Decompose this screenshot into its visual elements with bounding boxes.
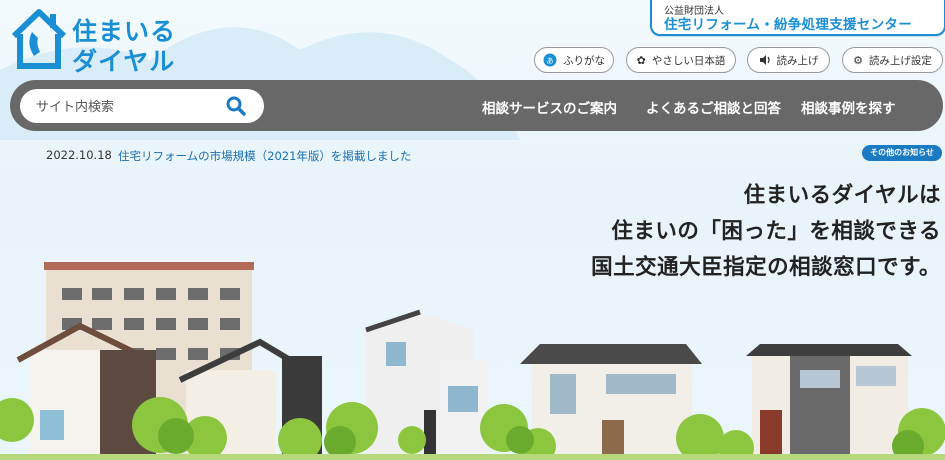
organization-box[interactable]: 公益財団法人 住宅リフォーム・紛争処理支援センター bbox=[650, 0, 945, 36]
headline-line2: 住まいの「困った」を相談できる bbox=[611, 219, 941, 244]
easy-japanese-button[interactable]: ✿ やさしい日本語 bbox=[626, 47, 736, 73]
read-settings-button[interactable]: ⚙ 読み上げ設定 bbox=[842, 47, 943, 73]
site-logo[interactable]: 住まいる ダイヤル bbox=[8, 6, 188, 76]
houses-illustration bbox=[0, 262, 945, 460]
search-input[interactable] bbox=[34, 96, 218, 118]
furigana-icon: あ bbox=[543, 53, 557, 67]
easy-japanese-label: やさしい日本語 bbox=[651, 54, 726, 67]
organization-name: 住宅リフォーム・紛争処理支援センター bbox=[664, 17, 912, 33]
read-aloud-button[interactable]: 読み上げ bbox=[747, 47, 830, 73]
nav-consultation-services[interactable]: 相談サービスのご案内 bbox=[482, 97, 617, 117]
search-icon[interactable] bbox=[226, 96, 246, 116]
nav-case-search[interactable]: 相談事例を探す bbox=[801, 97, 896, 117]
headline-line1: 住まいるダイヤルは bbox=[743, 183, 941, 208]
gear-icon: ⚙ bbox=[853, 53, 863, 67]
news-date: 2022.10.18 bbox=[46, 148, 112, 162]
read-aloud-label: 読み上げ bbox=[776, 54, 819, 67]
read-settings-label: 読み上げ設定 bbox=[868, 54, 932, 67]
house-phone-logo-icon bbox=[11, 9, 67, 69]
furigana-button[interactable]: あ ふりがな bbox=[534, 47, 614, 73]
svg-text:あ: あ bbox=[547, 57, 554, 65]
news-link[interactable]: 住宅リフォームの市場規模（2021年版）を掲載しました bbox=[118, 148, 411, 164]
flower-icon: ✿ bbox=[636, 53, 646, 67]
more-news-button[interactable]: その他のお知らせ bbox=[862, 145, 942, 161]
site-search bbox=[20, 89, 264, 123]
speaker-icon bbox=[759, 54, 771, 66]
furigana-label: ふりがな bbox=[563, 54, 605, 67]
logo-text-line2: ダイヤル bbox=[72, 47, 176, 76]
nav-faq[interactable]: よくあるご相談と回答 bbox=[646, 97, 781, 117]
